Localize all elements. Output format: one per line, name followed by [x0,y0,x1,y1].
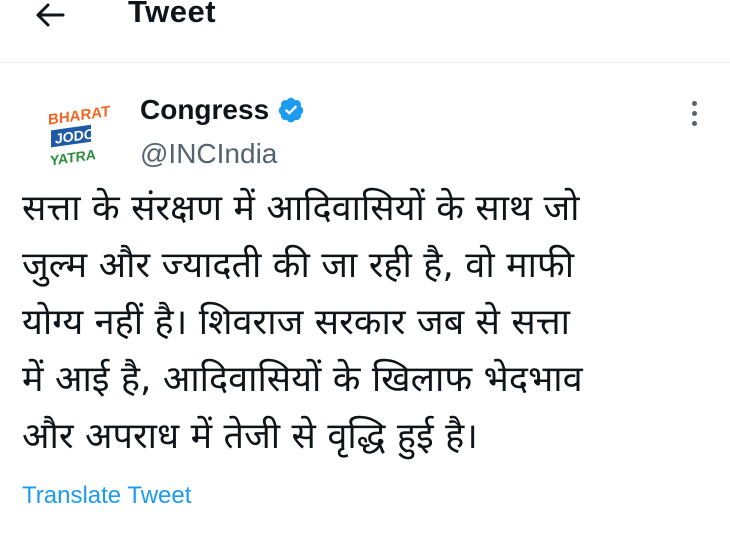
tweet-text-line: और अपराध में तेजी से वृद्धि हुई है। [22,416,478,457]
more-options-button[interactable] [680,96,708,130]
svg-text:BHARAT: BHARAT [48,103,111,129]
author-handle[interactable]: @INCIndia [140,138,277,170]
more-vertical-icon [691,100,697,106]
tweet-text-line: योग्य नहीं है। शिवराज सरकार जब से सत्ता [22,302,570,343]
translate-tweet-link[interactable]: Translate Tweet [22,482,191,510]
arrow-left-icon [36,3,65,27]
tweet-text-line: जुल्म और ज्यादती की जा रही है, वो माफी [22,245,575,286]
top-header: Tweet [0,0,730,63]
avatar[interactable]: BHARAT JODO YATRA [32,96,116,170]
verified-badge-icon [277,96,305,124]
svg-text:YATRA: YATRA [50,146,96,168]
tweet-text-line: सत्ता के संरक्षण में आदिवासियों के साथ ज… [22,188,580,229]
page-title: Tweet [128,0,217,29]
back-button[interactable] [30,0,70,30]
svg-text:JODO: JODO [55,125,95,146]
author-name-row[interactable]: Congress [140,94,305,126]
tweet-text-line: में आई है, आदिवासियों के खिलाफ भेदभाव [22,359,583,400]
display-name[interactable]: Congress [140,94,269,126]
bharat-jodo-yatra-logo: BHARAT JODO YATRA [48,103,111,168]
tweet-text: सत्ता के संरक्षण में आदिवासियों के साथ ज… [22,180,717,465]
tweet-detail-page: Tweet BHARAT JODO YATRA Congress @INCInd… [0,0,730,548]
